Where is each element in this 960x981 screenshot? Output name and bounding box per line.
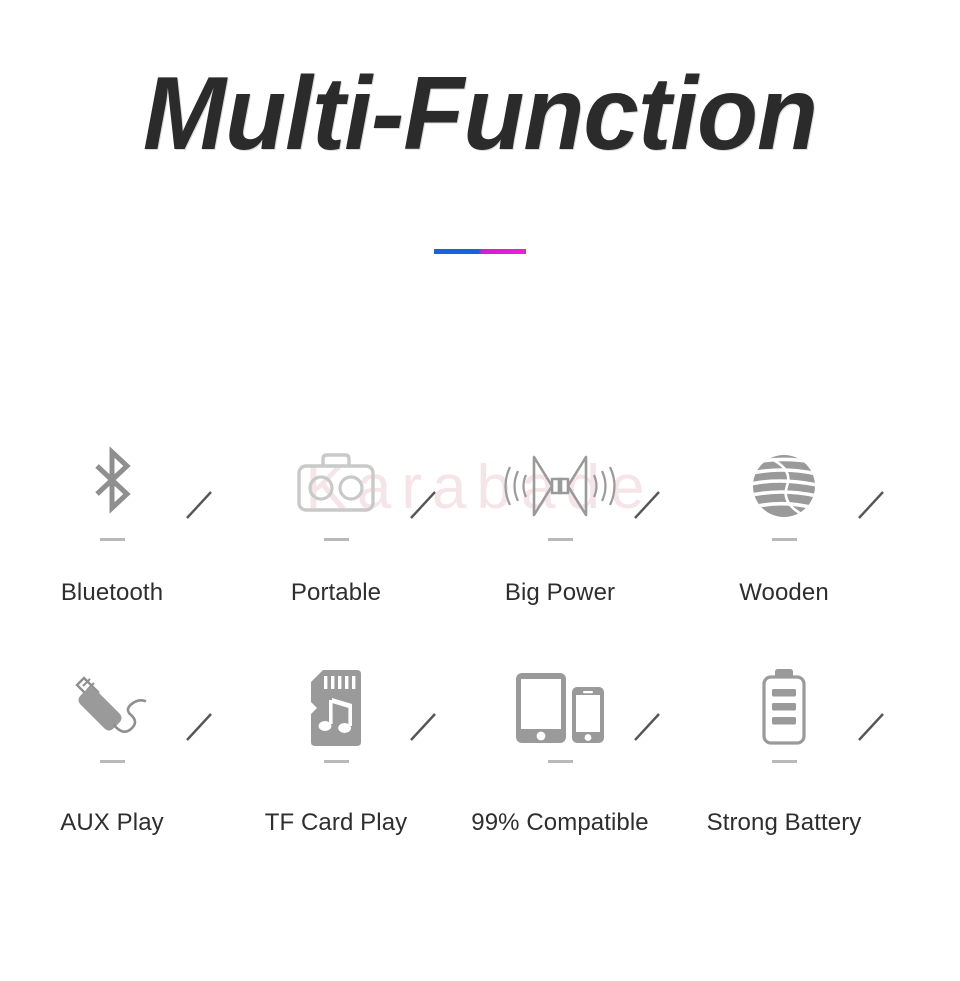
separator-slash	[407, 710, 441, 744]
battery-icon	[757, 662, 811, 754]
page-title-block: Multi-Function	[0, 62, 960, 166]
underline-mark	[547, 760, 573, 763]
separator-slash	[183, 488, 217, 522]
feature-bluetooth[interactable]: Bluetooth	[0, 440, 224, 607]
feature-aux-play[interactable]: AUX Play	[0, 662, 224, 837]
feature-label: Big Power	[504, 579, 616, 606]
feature-row: Bluetooth Portable Big Power Wooden	[0, 440, 960, 607]
feature-label: Strong Battery	[706, 809, 862, 836]
underline-mark	[323, 538, 349, 541]
feature-compatible[interactable]: 99% Compatible	[448, 662, 672, 837]
feature-label: Bluetooth	[60, 579, 164, 606]
feature-label: Wooden	[739, 579, 829, 606]
feature-wooden[interactable]: Wooden	[672, 440, 896, 607]
tablet-phone-icon	[514, 662, 606, 754]
underline-mark	[323, 760, 349, 763]
feature-grid: Bluetooth Portable Big Power Wooden AUX …	[0, 440, 960, 837]
page-title: Multi-Function	[142, 56, 818, 172]
separator-slash	[183, 710, 217, 744]
feature-label: TF Card Play	[264, 809, 408, 836]
wooden-sphere-icon	[747, 440, 821, 532]
bluetooth-icon	[83, 440, 141, 532]
feature-row: AUX Play TF Card Play 99% Compatible Str…	[0, 662, 960, 837]
feature-battery[interactable]: Strong Battery	[672, 662, 896, 837]
dual-speaker-icon	[496, 440, 624, 532]
separator-slash	[631, 488, 665, 522]
underline-mark	[99, 538, 125, 541]
underline-mark	[99, 760, 125, 763]
audio-jack-icon	[71, 662, 153, 754]
underline-mark	[771, 760, 797, 763]
feature-tf-card[interactable]: TF Card Play	[224, 662, 448, 837]
feature-label: AUX Play	[60, 809, 164, 836]
feature-big-power[interactable]: Big Power	[448, 440, 672, 607]
boombox-icon	[293, 440, 379, 532]
separator-slash	[855, 488, 889, 522]
feature-portable[interactable]: Portable	[224, 440, 448, 607]
separator-slash	[631, 710, 665, 744]
divider-container	[0, 241, 960, 259]
feature-label: 99% Compatible	[471, 809, 649, 836]
gradient-divider	[434, 249, 526, 254]
underline-mark	[771, 538, 797, 541]
separator-slash	[407, 488, 441, 522]
underline-mark	[547, 538, 573, 541]
microsd-music-icon	[305, 662, 367, 754]
separator-slash	[855, 710, 889, 744]
feature-label: Portable	[290, 579, 382, 606]
